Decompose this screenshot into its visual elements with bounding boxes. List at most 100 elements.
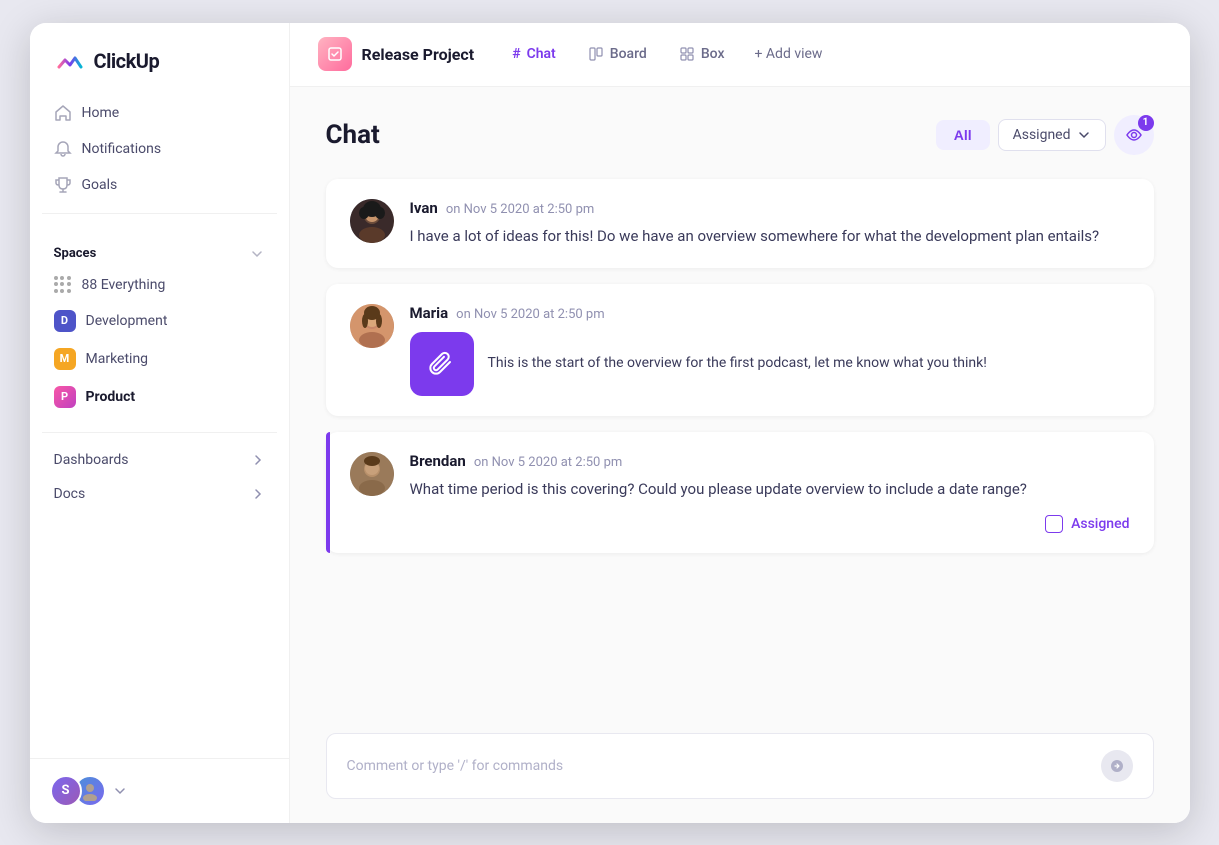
avatar-ivan <box>350 199 394 243</box>
filter-all-button[interactable]: All <box>936 120 990 150</box>
msg-maria-author: Maria <box>410 304 449 322</box>
development-label: Development <box>86 313 168 329</box>
chevron-down-icon <box>249 246 265 262</box>
watch-button[interactable]: 1 <box>1114 115 1154 155</box>
tab-box-label: Box <box>701 46 725 62</box>
dashboards-item[interactable]: Dashboards <box>30 443 289 477</box>
msg-brendan-time: on Nov 5 2020 at 2:50 pm <box>474 455 622 470</box>
spaces-title: Spaces <box>54 246 97 261</box>
home-icon <box>54 104 72 122</box>
chat-area: Chat All Assigned 1 <box>290 87 1190 717</box>
grid-icon <box>54 276 72 294</box>
chat-header: Chat All Assigned 1 <box>326 115 1154 155</box>
app-container: ClickUp Home Notifications <box>30 23 1190 823</box>
avatar-stack: S <box>50 775 106 807</box>
sidebar-item-product[interactable]: P Product <box>42 378 277 416</box>
avatar-brendan <box>350 452 394 496</box>
product-label: Product <box>86 389 136 405</box>
msg-ivan-time: on Nov 5 2020 at 2:50 pm <box>446 202 594 217</box>
sidebar-item-development[interactable]: D Development <box>42 302 277 340</box>
docs-item[interactable]: Docs <box>30 477 289 511</box>
assigned-checkbox[interactable]: Assigned <box>1045 515 1129 533</box>
dev-badge: D <box>54 310 76 332</box>
project-icon <box>318 37 352 71</box>
hash-icon: # <box>512 46 520 62</box>
view-tabs: # Chat Board <box>498 40 834 68</box>
assigned-label: Assigned <box>1071 516 1129 532</box>
everything-label: 88 Everything <box>82 277 166 293</box>
avatar-user-s: S <box>50 775 82 807</box>
docs-label: Docs <box>54 486 86 502</box>
paperclip-icon <box>428 350 456 378</box>
msg-ivan-text: I have a lot of ideas for this! Do we ha… <box>410 225 1130 248</box>
chat-title: Chat <box>326 120 380 150</box>
sidebar-bottom: S <box>30 758 289 823</box>
sidebar-nav: Home Notifications Goals <box>30 95 289 203</box>
msg-brendan-body: Brendan on Nov 5 2020 at 2:50 pm What ti… <box>410 452 1130 533</box>
chevron-right-docs-icon <box>251 487 265 501</box>
msg-maria-meta: Maria on Nov 5 2020 at 2:50 pm <box>410 304 1130 322</box>
msg-brendan-meta: Brendan on Nov 5 2020 at 2:50 pm <box>410 452 1130 470</box>
msg-ivan-body: Ivan on Nov 5 2020 at 2:50 pm I have a l… <box>410 199 1130 248</box>
message-brendan: Brendan on Nov 5 2020 at 2:50 pm What ti… <box>326 432 1154 553</box>
dashboards-label: Dashboards <box>54 452 129 468</box>
msg-brendan-author: Brendan <box>410 452 466 470</box>
tab-board-label: Board <box>610 46 647 62</box>
sidebar-item-goals-label: Goals <box>82 177 118 193</box>
spaces-header[interactable]: Spaces <box>42 240 277 268</box>
avatar-maria <box>350 304 394 348</box>
logo-text: ClickUp <box>94 49 160 73</box>
project-info: Release Project <box>318 37 475 71</box>
tab-board[interactable]: Board <box>574 40 661 68</box>
message-maria: Maria on Nov 5 2020 at 2:50 pm This is t… <box>326 284 1154 416</box>
assigned-row: Assigned <box>410 515 1130 533</box>
attachment-icon[interactable] <box>410 332 474 396</box>
project-title: Release Project <box>362 45 475 64</box>
add-view-label: + Add view <box>755 46 823 62</box>
marketing-label: Marketing <box>86 351 149 367</box>
messages-list: Ivan on Nov 5 2020 at 2:50 pm I have a l… <box>326 179 1154 578</box>
attachment-box: This is the start of the overview for th… <box>410 332 1130 396</box>
box-icon <box>679 46 695 62</box>
chevron-assigned-icon <box>1077 128 1091 142</box>
sidebar-item-home-label: Home <box>82 105 120 121</box>
divider-1 <box>42 213 277 214</box>
msg-ivan-meta: Ivan on Nov 5 2020 at 2:50 pm <box>410 199 1130 217</box>
sidebar-item-goals[interactable]: Goals <box>42 167 277 203</box>
sidebar-item-notifications[interactable]: Notifications <box>42 131 277 167</box>
comment-input-box[interactable]: Comment or type '/' for commands <box>326 733 1154 799</box>
sidebar-item-everything[interactable]: 88 Everything <box>42 268 277 302</box>
comment-placeholder: Comment or type '/' for commands <box>347 758 564 774</box>
board-icon <box>588 46 604 62</box>
tab-chat[interactable]: # Chat <box>498 40 570 68</box>
checkbox[interactable] <box>1045 515 1063 533</box>
prod-badge: P <box>54 386 76 408</box>
bell-icon <box>54 140 72 158</box>
msg-maria-time: on Nov 5 2020 at 2:50 pm <box>456 307 604 322</box>
sidebar: ClickUp Home Notifications <box>30 23 290 823</box>
add-view-button[interactable]: + Add view <box>743 40 835 68</box>
trophy-icon <box>54 176 72 194</box>
chat-filters: All Assigned 1 <box>936 115 1154 155</box>
msg-ivan-author: Ivan <box>410 199 438 217</box>
filter-assigned-label: Assigned <box>1013 127 1071 143</box>
filter-assigned-dropdown[interactable]: Assigned <box>998 119 1106 151</box>
send-icon <box>1109 758 1125 774</box>
watch-badge: 1 <box>1138 115 1154 131</box>
msg-brendan-text: What time period is this covering? Could… <box>410 478 1130 501</box>
sidebar-item-home[interactable]: Home <box>42 95 277 131</box>
dropdown-arrow-icon[interactable] <box>114 785 126 797</box>
logo: ClickUp <box>30 23 289 95</box>
clickup-logo-icon <box>54 45 86 77</box>
send-button[interactable] <box>1101 750 1133 782</box>
main-content: Release Project # Chat Board <box>290 23 1190 823</box>
msg-maria-body: Maria on Nov 5 2020 at 2:50 pm This is t… <box>410 304 1130 396</box>
tab-box[interactable]: Box <box>665 40 739 68</box>
msg-maria-text: This is the start of the overview for th… <box>488 353 987 374</box>
mkt-badge: M <box>54 348 76 370</box>
tab-chat-label: Chat <box>527 46 556 62</box>
message-ivan: Ivan on Nov 5 2020 at 2:50 pm I have a l… <box>326 179 1154 268</box>
spaces-section: Spaces 88 Everything D Development <box>30 224 289 422</box>
chevron-right-icon <box>251 453 265 467</box>
sidebar-item-marketing[interactable]: M Marketing <box>42 340 277 378</box>
